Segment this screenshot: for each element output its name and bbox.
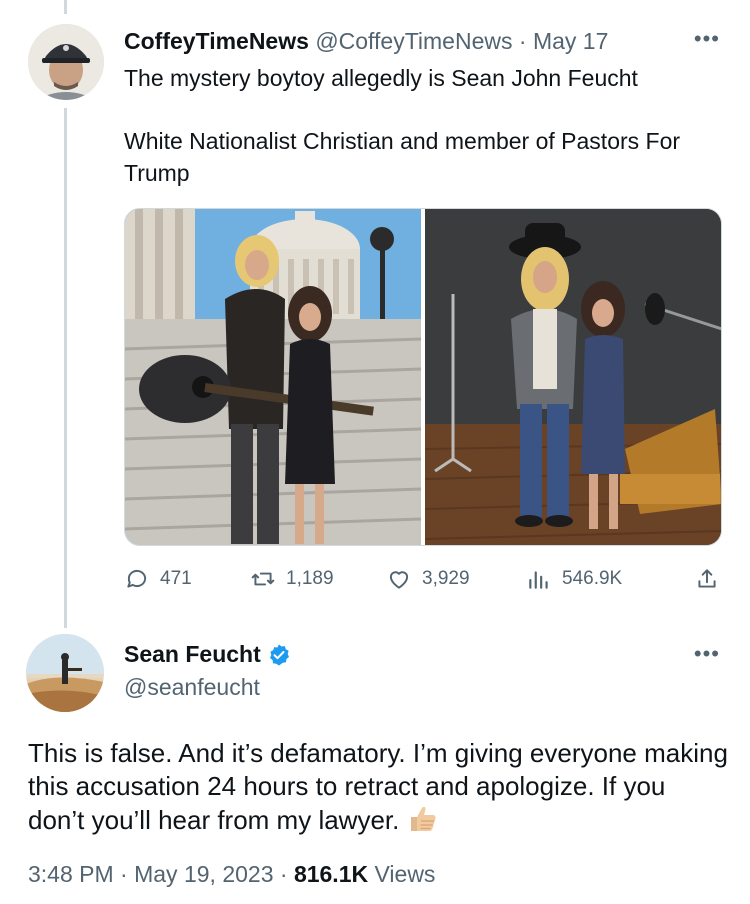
tweet2-separator: ·	[120, 861, 128, 887]
tweet2-handle[interactable]: @seanfeucht	[124, 674, 260, 701]
tweet1-separator: ·	[518, 28, 527, 54]
tweet1-action-bar: 471 1,189 3,929 546.9K	[124, 566, 724, 596]
retweet-icon	[251, 572, 275, 586]
tweet1-header: CoffeyTimeNews @CoffeyTimeNews · May 17	[124, 28, 608, 55]
tweet2-time[interactable]: 3:48 PM	[28, 861, 114, 887]
tweet1-date[interactable]: May 17	[533, 28, 608, 54]
avatar-seanfeucht[interactable]	[26, 634, 104, 712]
retweet-button[interactable]: 1,189	[250, 566, 334, 592]
tweet1-text-line1: The mystery boytoy allegedly is Sean Joh…	[124, 65, 638, 91]
tweet1-media[interactable]	[124, 208, 722, 546]
reply-icon	[127, 569, 147, 588]
views-count: 546.9K	[562, 568, 623, 589]
like-icon	[389, 571, 409, 589]
tweet2-meta: 3:48 PM · May 19, 2023 · 816.1K Views	[28, 861, 435, 888]
more-icon[interactable]: •••	[694, 641, 720, 667]
tweet2-separator: ·	[279, 861, 288, 887]
reply-count: 471	[160, 568, 192, 589]
tweet2-views-label: Views	[374, 861, 436, 887]
verified-badge-icon	[269, 644, 289, 665]
tweet2-display-name[interactable]: Sean Feucht	[124, 641, 261, 668]
tweet2-text-body: This is false. And it’s defamatory. I’m …	[28, 738, 728, 835]
retweet-count: 1,189	[286, 568, 334, 589]
photo-capitol-steps[interactable]	[125, 209, 421, 545]
views-icon	[529, 571, 548, 589]
reply-button[interactable]: 471	[124, 566, 192, 592]
tweet2-text: This is false. And it’s defamatory. I’m …	[28, 737, 728, 837]
tweet1-handle[interactable]: @CoffeyTimeNews	[315, 28, 512, 54]
like-count: 3,929	[422, 568, 470, 589]
thread-line	[64, 108, 67, 628]
thumbs-up-emoji	[410, 806, 436, 831]
tweet1-text-line2: White Nationalist Christian and member o…	[124, 128, 681, 186]
share-icon	[698, 569, 716, 588]
tweet2-date[interactable]: May 19, 2023	[134, 861, 273, 887]
share-button[interactable]	[694, 566, 720, 592]
tweet2-views-count: 816.1K	[293, 861, 369, 887]
thread-line-top	[64, 0, 67, 14]
tweet2-display-name-row: Sean Feucht	[124, 641, 291, 668]
views-button[interactable]: 546.9K	[526, 566, 622, 592]
tweet1-display-name[interactable]: CoffeyTimeNews	[124, 28, 309, 54]
avatar-coffeytimenews[interactable]	[28, 24, 104, 100]
photo-studio[interactable]	[425, 209, 721, 545]
more-icon[interactable]: •••	[694, 26, 720, 52]
like-button[interactable]: 3,929	[386, 566, 470, 592]
